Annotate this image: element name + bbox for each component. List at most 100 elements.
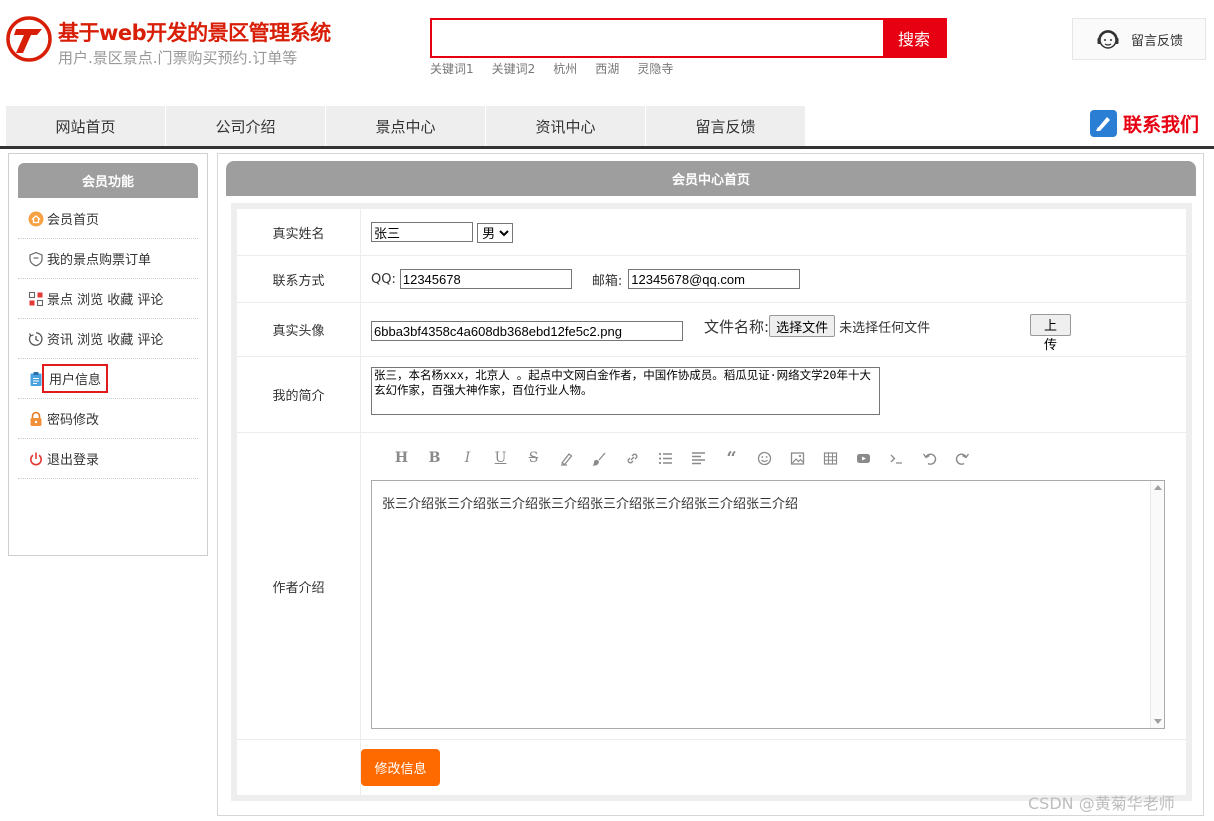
power-icon [30, 452, 42, 465]
nav-item-about[interactable]: 公司介绍 [166, 106, 326, 146]
clipboard-icon [30, 371, 42, 386]
customer-service-icon [1097, 30, 1119, 49]
nav-item-feedback[interactable]: 留言反馈 [646, 106, 806, 146]
author-editor[interactable]: 张三介绍张三介绍张三介绍张三介绍张三介绍张三介绍张三介绍张三介绍 [371, 480, 1165, 729]
real-name-input[interactable] [371, 222, 473, 242]
empty-label-cell [237, 740, 361, 795]
feedback-button[interactable]: 留言反馈 [1072, 18, 1206, 60]
grid-icon [28, 291, 44, 306]
no-file-text: 未选择任何文件 [839, 320, 931, 336]
sidebar-item-label: 景点 浏览 收藏 评论 [47, 293, 164, 308]
panel-title: 会员中心首页 [226, 161, 1196, 196]
form-row-submit: 修改信息 [237, 740, 1186, 795]
main-nav: 网站首页 公司介绍 景点中心 资讯中心 留言反馈 [6, 106, 806, 146]
sidebar-item-password[interactable]: 密码修改 [18, 399, 198, 439]
sidebar-item-news[interactable]: 资讯 浏览 收藏 评论 [18, 319, 198, 359]
choose-file-button[interactable]: 选择文件 [769, 315, 836, 337]
redo-icon[interactable] [946, 447, 979, 469]
keyword-link[interactable]: 西湖 [595, 60, 619, 77]
editor-scrollbar[interactable] [1150, 481, 1164, 728]
sidebar-title: 会员功能 [18, 163, 198, 198]
brush-icon[interactable] [583, 447, 616, 469]
watermark: CSDN @黄菊华老师 [1028, 794, 1175, 813]
link-icon[interactable] [616, 447, 649, 469]
sidebar-item-label: 会员首页 [47, 213, 100, 228]
scroll-up-icon[interactable] [1154, 485, 1162, 490]
file-name-label: 文件名称: [704, 317, 770, 336]
form-row-avatar: 真实头像 文件名称: 选择文件 未选择任何文件 上 传 [237, 303, 1186, 357]
contact-us-label: 联系我们 [1123, 114, 1200, 136]
keyword-link[interactable]: 关键词1 [430, 60, 474, 77]
search-input[interactable] [432, 20, 883, 56]
align-icon[interactable] [682, 447, 715, 469]
bold-icon[interactable]: B [418, 447, 451, 469]
shield-icon [29, 251, 43, 266]
lock-icon [30, 411, 42, 426]
form-row-contact: 联系方式 QQ: 邮箱: [237, 256, 1186, 303]
site-subtitle: 用户.景区景点.门票购买预约.订单等 [58, 49, 298, 67]
avatar-path-input[interactable] [371, 321, 683, 341]
field-label: 联系方式 [237, 256, 361, 302]
hot-keywords: 关键词1 关键词2 杭州 西湖 灵隐寺 [430, 60, 691, 77]
field-label: 真实姓名 [237, 209, 361, 255]
member-sidebar: 会员功能 会员首页 我的景点购票订单 景点 浏览 收藏 评论 资讯 浏览 收藏 … [8, 153, 208, 556]
sidebar-item-label: 密码修改 [47, 413, 100, 428]
highlighter-icon[interactable] [550, 447, 583, 469]
feedback-label: 留言反馈 [1131, 33, 1184, 49]
heading-icon[interactable]: H [385, 447, 418, 469]
search-bar: 搜索 [430, 18, 947, 58]
editor-toolbar: H B I U S “ [385, 447, 979, 469]
video-icon[interactable] [847, 447, 880, 469]
form-row-author: 作者介绍 H B I U S “ 张三介绍张三介绍张三介绍张三介绍张三介绍张三介… [237, 433, 1186, 740]
keyword-link[interactable]: 关键词2 [492, 60, 536, 77]
undo-icon[interactable] [913, 447, 946, 469]
code-icon[interactable] [880, 447, 913, 469]
emoji-icon[interactable] [748, 447, 781, 469]
sidebar-item-attractions[interactable]: 景点 浏览 收藏 评论 [18, 279, 198, 319]
bio-textarea[interactable]: 张三，本名杨xxx，北京人 。起点中文网白金作者，中国作协成员。稻瓜见证·网络文… [371, 367, 880, 415]
nav-item-attractions[interactable]: 景点中心 [326, 106, 486, 146]
email-label: 邮箱: [591, 273, 623, 289]
nav-divider [0, 146, 1214, 149]
editor-content[interactable]: 张三介绍张三介绍张三介绍张三介绍张三介绍张三介绍张三介绍张三介绍 [382, 493, 798, 512]
field-label: 作者介绍 [237, 433, 361, 739]
italic-icon[interactable]: I [451, 447, 484, 469]
sidebar-item-user-info[interactable]: 用户信息 [18, 359, 198, 399]
scroll-down-icon[interactable] [1154, 719, 1162, 724]
home-icon [28, 211, 44, 226]
email-input[interactable] [628, 269, 801, 289]
strikethrough-icon[interactable]: S [517, 447, 550, 469]
gender-select[interactable]: 男 [477, 223, 514, 243]
form-row-name: 真实姓名 男 [237, 209, 1186, 256]
table-icon[interactable] [814, 447, 847, 469]
qq-label: QQ: [371, 271, 396, 287]
site-title: 基于web开发的景区管理系统 [58, 21, 331, 45]
nav-item-home[interactable]: 网站首页 [6, 106, 166, 146]
keyword-link[interactable]: 杭州 [553, 60, 577, 77]
search-button[interactable]: 搜索 [883, 20, 945, 56]
sidebar-item-ticket-orders[interactable]: 我的景点购票订单 [18, 239, 198, 279]
main-panel: 会员中心首页 真实姓名 男 联系方式 QQ: 邮箱: 真实头像 [217, 153, 1204, 816]
sidebar-item-label: 我的景点购票订单 [47, 253, 152, 268]
form-row-bio: 我的简介 张三，本名杨xxx，北京人 。起点中文网白金作者，中国作协成员。稻瓜见… [237, 357, 1186, 433]
sidebar-menu: 会员首页 我的景点购票订单 景点 浏览 收藏 评论 资讯 浏览 收藏 评论 用户… [18, 199, 198, 479]
save-profile-button[interactable]: 修改信息 [361, 749, 440, 786]
nav-item-news[interactable]: 资讯中心 [486, 106, 646, 146]
upload-button[interactable]: 上 传 [1030, 314, 1071, 353]
sidebar-item-label: 资讯 浏览 收藏 评论 [47, 333, 164, 348]
image-icon[interactable] [781, 447, 814, 469]
quote-icon[interactable]: “ [715, 447, 748, 469]
sidebar-item-logout[interactable]: 退出登录 [18, 439, 198, 479]
underline-icon[interactable]: U [484, 447, 517, 469]
sidebar-item-member-home[interactable]: 会员首页 [18, 199, 198, 239]
keyword-link[interactable]: 灵隐寺 [637, 60, 673, 77]
user-info-form: 真实姓名 男 联系方式 QQ: 邮箱: 真实头像 [231, 203, 1192, 801]
logo-icon [6, 16, 52, 62]
contact-us-link[interactable]: 联系我们 [1090, 110, 1199, 137]
phone-icon [1090, 110, 1117, 137]
sidebar-item-label: 退出登录 [47, 453, 100, 468]
sidebar-item-label: 用户信息 [41, 364, 109, 393]
list-icon[interactable] [649, 447, 682, 469]
qq-input[interactable] [399, 269, 572, 289]
field-label: 我的简介 [237, 357, 361, 432]
